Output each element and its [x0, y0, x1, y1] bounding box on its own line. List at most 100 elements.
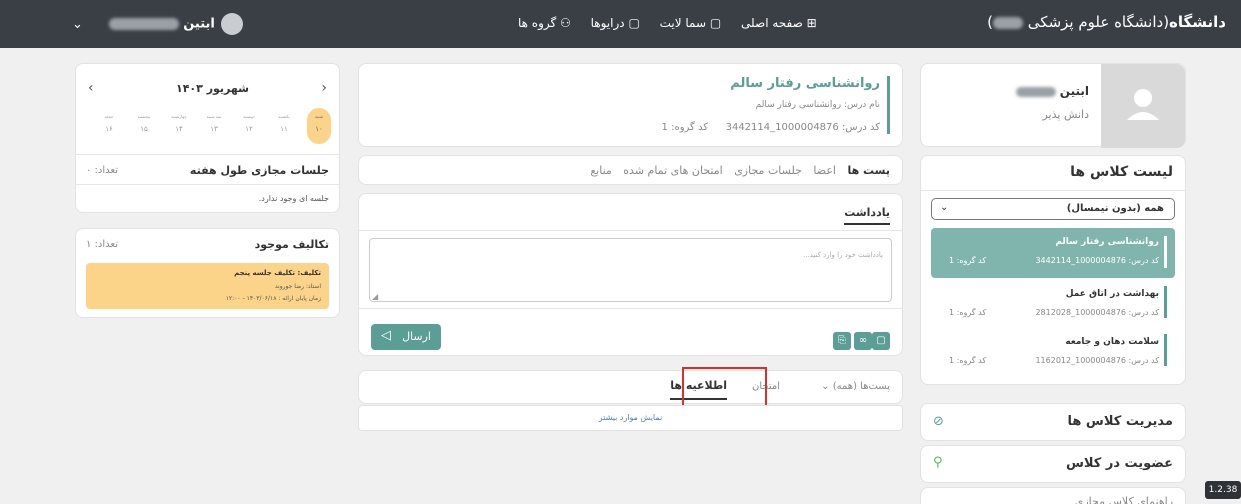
link-icon[interactable]: ∞ — [854, 332, 872, 350]
day-name: سه شنبه — [206, 114, 222, 119]
send-label: ارسال — [402, 330, 431, 343]
version-badge: 1.2.38 — [1205, 481, 1241, 499]
nav-sama-lite-label: سما لایت — [659, 16, 707, 30]
day-date: ۱۳ — [210, 125, 218, 133]
top-bar: دانشگاه(دانشگاه علوم پزشکی ) ⊞ صفحه اصلی… — [0, 0, 1241, 48]
day-name: جمعه — [104, 114, 114, 119]
day-date: ۱۶ — [105, 125, 113, 133]
calendar-week: شنبه ۱۰ یکشنبه ۱۱ دوشنبه ۱۲ سه شنبه ۱۳ چهارش… — [84, 108, 331, 144]
day-name: شنبه — [315, 114, 323, 119]
chevron-down-icon: ⌄ — [821, 381, 830, 392]
attach-icon[interactable]: ⎘ — [833, 332, 851, 350]
join-class-link[interactable]: عضویت در کلاس ⚲ — [920, 445, 1186, 483]
calendar-day[interactable]: پنجشنبه ۱۵ — [132, 108, 156, 144]
class-item[interactable]: بهداشت در اتاق عمل کد درس: 1000004876_28… — [931, 282, 1175, 326]
tab-posts[interactable]: پست ها — [847, 164, 890, 177]
day-name: یکشنبه — [278, 114, 290, 119]
nav-home-label: صفحه اصلی — [741, 16, 803, 30]
nav-groups-label: گروه ها — [518, 16, 557, 30]
calendar-day[interactable]: چهارشنبه ۱۴ — [167, 108, 191, 144]
note-placeholder: یادداشت خود را وارد کنید... — [802, 251, 883, 259]
class-item[interactable]: سلامت دهان و جامعه کد درس: 1000004876_11… — [931, 330, 1175, 374]
help-link[interactable]: راهنمای کلاس مجازی — [920, 487, 1186, 504]
tab-finished-exams[interactable]: امتحان های تمام شده — [623, 164, 722, 177]
class-item-name: سلامت دهان و جامعه — [1065, 337, 1159, 347]
nav-sama-lite[interactable]: ▢ سما لایت — [660, 16, 722, 30]
day-date: ۱۲ — [245, 125, 253, 133]
user-menu[interactable]: ابتین ⌄ — [72, 13, 243, 35]
show-more-button[interactable]: نمایش موارد بیشتر — [358, 405, 903, 431]
posts-filter[interactable]: پست‌ها (همه) ⌄ — [821, 381, 890, 392]
nav-drives[interactable]: ▢ درایوها — [591, 16, 640, 30]
send-button[interactable]: ارسال ◁ — [371, 324, 441, 350]
class-item-name: روانشناسی رفتار سالم — [1055, 237, 1159, 247]
assignments-card: تکالیف موجود تعداد: ۱ تکلیف: تکلیف جلسه … — [75, 228, 340, 318]
course-card: روانشناسی رفتار سالم نام درس: روانشناسی … — [358, 63, 903, 147]
class-item-group: کد گروه: 1 — [949, 256, 987, 265]
class-item[interactable]: روانشناسی رفتار سالم کد درس: 1000004876_… — [931, 228, 1175, 278]
note-title: یادداشت — [844, 206, 890, 225]
calendar-day[interactable]: دوشنبه ۱۲ — [237, 108, 261, 144]
tab-sessions[interactable]: جلسات مجازی — [734, 164, 802, 177]
manage-classes-link[interactable]: مدیریت کلاس ها ⊘ — [920, 403, 1186, 441]
avatar — [220, 13, 243, 35]
class-item-code: کد درس: 1000004876_3442114 — [1035, 256, 1159, 265]
user-name: ابتین — [183, 16, 215, 32]
class-item-name: بهداشت در اتاق عمل — [1065, 289, 1159, 299]
chevron-down-icon: ⌄ — [72, 16, 83, 32]
calendar-day[interactable]: سه شنبه ۱۳ — [202, 108, 226, 144]
calendar-card: › شهریور ۱۴۰۳ ‹ شنبه ۱۰ یکشنبه ۱۱ دوشنبه ۱۲… — [75, 63, 340, 213]
tab-resources[interactable]: منابع — [590, 164, 611, 177]
nav-groups[interactable]: ⚇ گروه ها — [518, 16, 571, 30]
profile-card: ابتین دانش پذیر — [920, 63, 1186, 148]
chevron-right-icon[interactable]: › — [321, 80, 327, 96]
profile-name: ابتین — [1059, 84, 1089, 98]
profile-avatar — [1101, 64, 1185, 148]
assignment-teacher: استاد: رضا جوروند — [274, 283, 321, 290]
course-code: کد درس: 1000004876_3442114 — [725, 122, 880, 133]
chevron-down-icon: ⌄ — [940, 202, 949, 213]
semester-select[interactable]: همه (بدون نیمسال) ⌄ — [931, 198, 1175, 220]
assignments-count: تعداد: ۱ — [86, 239, 119, 250]
top-nav: ⊞ صفحه اصلی ▢ سما لایت ▢ درایوها ⚇ گروه … — [510, 16, 825, 30]
brand-bold: دانشگاه — [1169, 13, 1226, 31]
calendar-day-today[interactable]: شنبه ۱۰ — [307, 108, 331, 144]
chevron-left-icon[interactable]: ‹ — [88, 80, 94, 96]
brand[interactable]: دانشگاه(دانشگاه علوم پزشکی ) — [987, 13, 1226, 31]
assignments-title: تکالیف موجود — [254, 238, 329, 251]
course-tabs: پست ها اعضا جلسات مجازی امتحان های تمام … — [358, 155, 903, 185]
brand-rest: (دانشگاه علوم پزشکی — [1027, 13, 1170, 31]
day-name: چهارشنبه — [171, 114, 187, 119]
day-date: ۱۱ — [280, 125, 288, 133]
post-filter-bar: پست‌ها (همه) ⌄ امتحان اطلاعیه ها — [358, 370, 903, 404]
redacted-text — [993, 16, 1023, 29]
assignment-item[interactable]: تکلیف: تکلیف جلسه پنجم استاد: رضا جوروند… — [86, 263, 329, 309]
nav-drives-label: درایوها — [590, 16, 625, 30]
file-icon[interactable]: ▢ — [872, 332, 890, 350]
redacted-text — [109, 18, 180, 30]
sessions-empty: جلسه ای وجود ندارد. — [258, 194, 329, 203]
tab-members[interactable]: اعضا — [813, 164, 836, 177]
join-class-label: عضویت در کلاس — [1065, 456, 1173, 471]
help-label: راهنمای کلاس مجازی — [1074, 495, 1173, 504]
show-more-label: نمایش موارد بیشتر — [598, 413, 663, 422]
check-circle-icon: ⊘ — [933, 414, 944, 429]
day-date: ۱۰ — [315, 125, 323, 133]
highlight-box — [682, 367, 767, 407]
sessions-title: جلسات مجازی طول هفته — [189, 164, 329, 177]
day-name: پنجشنبه — [137, 114, 151, 119]
posts-filter-label: پست‌ها (همه) — [832, 381, 890, 392]
day-date: ۱۴ — [175, 125, 183, 133]
calendar-day[interactable]: جمعه ۱۶ — [97, 108, 121, 144]
calendar-day[interactable]: یکشنبه ۱۱ — [272, 108, 296, 144]
day-date: ۱۵ — [140, 125, 148, 133]
redacted-text — [1015, 86, 1056, 97]
send-icon: ◁ — [381, 328, 391, 343]
note-input[interactable]: یادداشت خود را وارد کنید... ◢ — [369, 238, 892, 302]
resize-handle-icon[interactable]: ◢ — [372, 292, 378, 301]
nav-home[interactable]: ⊞ صفحه اصلی — [741, 16, 817, 30]
note-card: یادداشت یادداشت خود را وارد کنید... ◢ ار… — [358, 193, 903, 356]
course-subtitle: نام درس: روانشناسی رفتار سالم — [755, 100, 880, 110]
assignment-title: تکلیف: تکلیف جلسه پنجم — [234, 269, 321, 277]
class-item-code: کد درس: 1000004876_2812028 — [1035, 308, 1159, 317]
